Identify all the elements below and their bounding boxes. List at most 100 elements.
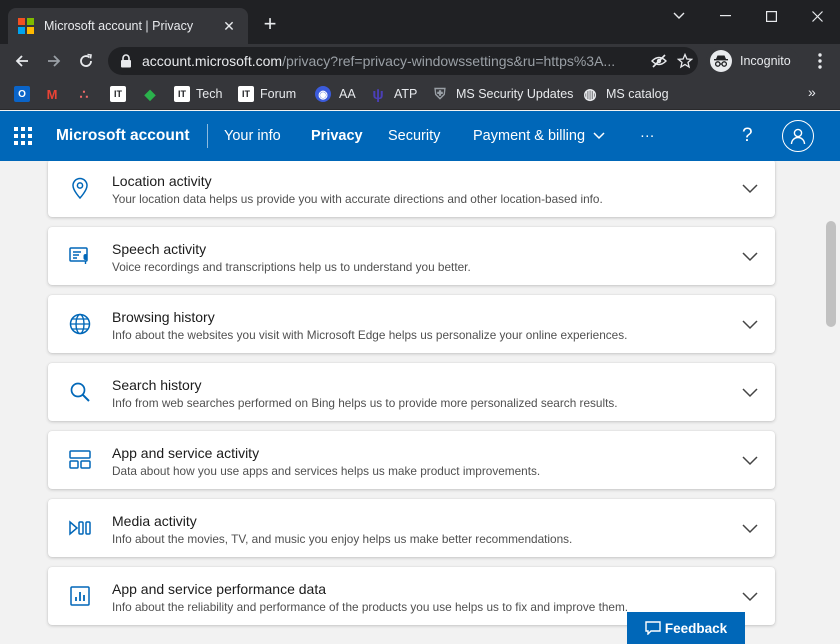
close-tab-icon[interactable]: ✕ — [220, 18, 238, 35]
bookmark-asana[interactable]: ∴ — [76, 83, 92, 105]
bookmark-label: Tech — [196, 87, 223, 101]
card-title: Speech activity — [112, 241, 207, 257]
chevron-down-icon[interactable] — [741, 588, 759, 604]
it-icon: IT — [174, 86, 190, 102]
card-title: App and service performance data — [112, 581, 327, 597]
tab-search-icon[interactable] — [656, 0, 702, 32]
bookmark-ms-catalog[interactable]: ◍ MS catalog — [582, 83, 669, 105]
speech-icon — [68, 244, 92, 268]
it-icon: IT — [238, 86, 254, 102]
card-description: Info about the reliability and performan… — [112, 600, 629, 614]
url-text[interactable]: account.microsoft.com/privacy?ref=privac… — [142, 53, 646, 69]
nav-payment-billing[interactable]: Payment & billing — [473, 128, 605, 144]
comment-icon — [645, 621, 661, 635]
asana-icon: ∴ — [79, 85, 89, 102]
new-tab-button[interactable]: + — [258, 13, 282, 35]
maximize-icon[interactable] — [748, 0, 794, 32]
bookmark-label: MS catalog — [606, 87, 669, 101]
browser-toolbar: account.microsoft.com/privacy?ref=privac… — [0, 44, 840, 78]
card-title: App and service activity — [112, 445, 260, 461]
nav-more[interactable]: ··· — [640, 128, 655, 144]
feedly-icon: ◆ — [144, 85, 156, 102]
app-grid-icon — [68, 448, 92, 472]
back-icon[interactable] — [10, 49, 34, 73]
feedback-button[interactable]: Feedback — [627, 612, 745, 644]
avatar[interactable] — [782, 120, 814, 152]
feedback-label: Feedback — [664, 620, 728, 636]
lock-icon[interactable] — [120, 54, 132, 68]
nav-your-info[interactable]: Your info — [224, 128, 281, 144]
card-location-activity[interactable]: Location activity Your location data hel… — [48, 161, 775, 217]
shield-icon: ⛨ — [434, 85, 446, 103]
card-search-history[interactable]: Search history Info from web searches pe… — [48, 363, 775, 421]
browser-tab[interactable]: Microsoft account | Privacy ✕ — [8, 8, 248, 44]
help-icon[interactable]: ? — [742, 125, 753, 147]
tab-title: Microsoft account | Privacy — [44, 19, 194, 33]
bookmark-tech[interactable]: IT Tech — [174, 83, 222, 105]
card-title: Media activity — [112, 513, 197, 529]
outlook-icon: O — [14, 86, 30, 102]
chevron-down-icon[interactable] — [741, 180, 759, 196]
microsoft-logo-icon — [18, 18, 34, 34]
card-app-service-activity[interactable]: App and service activity Data about how … — [48, 431, 775, 489]
brand-title[interactable]: Microsoft account — [56, 127, 189, 145]
chevron-down-icon[interactable] — [741, 520, 759, 536]
chart-icon — [68, 584, 92, 608]
atp-icon: ψ — [372, 85, 384, 103]
card-description: Info from web searches performed on Bing… — [112, 396, 618, 410]
bookmark-it[interactable]: IT — [110, 83, 126, 105]
forward-icon[interactable] — [42, 49, 66, 73]
chevron-down-icon[interactable] — [741, 316, 759, 332]
bookmark-label: AA — [339, 87, 356, 101]
card-description: Info about the websites you visit with M… — [112, 328, 628, 342]
bookmark-feedly[interactable]: ◆ — [142, 83, 158, 105]
page-scrollbar[interactable] — [822, 161, 840, 644]
card-title: Search history — [112, 377, 202, 393]
reload-icon[interactable] — [74, 49, 98, 73]
star-icon[interactable] — [672, 49, 698, 73]
it-icon: IT — [110, 86, 126, 102]
minimize-icon[interactable] — [702, 0, 748, 32]
browser-menu-icon[interactable] — [808, 49, 832, 73]
nav-security[interactable]: Security — [388, 128, 440, 144]
chevron-down-icon[interactable] — [741, 452, 759, 468]
bookmark-forum[interactable]: IT Forum — [238, 83, 296, 105]
location-pin-icon — [68, 176, 92, 200]
card-title: Browsing history — [112, 309, 215, 325]
bookmarks-overflow-icon[interactable]: » — [808, 84, 816, 100]
incognito-badge[interactable]: Incognito — [706, 48, 799, 74]
eye-icon: ◉ — [315, 86, 331, 102]
bookmark-aa[interactable]: ◉ AA — [315, 83, 356, 105]
scrollbar-thumb[interactable] — [826, 221, 836, 327]
card-description: Your location data helps us provide you … — [112, 192, 603, 206]
card-description: Info about the movies, TV, and music you… — [112, 532, 573, 546]
chevron-down-icon[interactable] — [741, 248, 759, 264]
chevron-down-icon[interactable] — [741, 384, 759, 400]
media-icon — [68, 516, 92, 540]
eye-off-icon[interactable] — [646, 49, 672, 73]
person-icon — [790, 128, 806, 145]
bookmark-label: ATP — [394, 87, 418, 101]
url-path: /privacy?ref=privacy-windowssettings&ru=… — [282, 53, 616, 69]
bookmark-gmail[interactable]: M — [44, 83, 60, 105]
card-media-activity[interactable]: Media activity Info about the movies, TV… — [48, 499, 775, 557]
bookmarks-bar: O M ∴ IT ◆ IT Tech IT Forum ◉ AA ψ ATP ⛨… — [0, 78, 840, 110]
search-icon — [68, 380, 92, 404]
card-description: Voice recordings and transcriptions help… — [112, 260, 471, 274]
app-launcher-icon[interactable] — [14, 127, 32, 145]
card-speech-activity[interactable]: Speech activity Voice recordings and tra… — [48, 227, 775, 285]
address-bar[interactable]: account.microsoft.com/privacy?ref=privac… — [108, 47, 698, 75]
incognito-icon — [710, 50, 732, 72]
close-window-icon[interactable] — [794, 0, 840, 32]
bookmark-outlook[interactable]: O — [14, 83, 30, 105]
card-title: Location activity — [112, 173, 212, 189]
ms-account-header: Microsoft account Your info Privacy Secu… — [0, 111, 840, 161]
card-description: Data about how you use apps and services… — [112, 464, 541, 478]
globe-icon — [68, 312, 92, 336]
globe-icon: ◍ — [583, 86, 597, 103]
bookmark-label: Forum — [260, 87, 297, 101]
nav-privacy[interactable]: Privacy — [311, 128, 363, 144]
card-browsing-history[interactable]: Browsing history Info about the websites… — [48, 295, 775, 353]
bookmark-atp[interactable]: ψ ATP — [370, 83, 417, 105]
bookmark-ms-security-updates[interactable]: ⛨ MS Security Updates — [432, 83, 573, 105]
